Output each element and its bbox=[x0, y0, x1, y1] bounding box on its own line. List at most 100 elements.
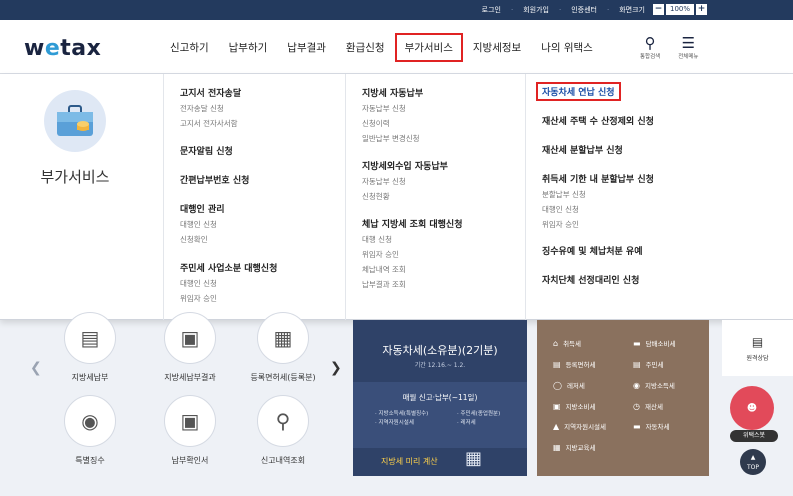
zoom-label: 화면크기 bbox=[619, 6, 645, 14]
submenu-item[interactable]: 대행인 신청 bbox=[180, 278, 277, 289]
cigarette-icon: ▬ bbox=[633, 338, 641, 348]
tax-item[interactable]: ▤ 주민세 bbox=[633, 359, 664, 370]
nav-report[interactable]: 신고하기 bbox=[160, 38, 219, 62]
service-local-tax-pay[interactable]: ▤ 지방세납부 bbox=[45, 312, 135, 383]
banner-monthly-title: 매월 신고·납부(~11일) bbox=[402, 393, 478, 402]
mascot-bot-icon[interactable]: ☻ bbox=[730, 386, 774, 430]
carousel-next-icon[interactable]: ❯ bbox=[330, 360, 342, 376]
house-icon: ⌂ bbox=[553, 338, 559, 348]
carousel-prev-icon[interactable]: ❮ bbox=[30, 360, 42, 376]
magnifier-icon: ⚲ bbox=[257, 395, 309, 447]
submenu-item[interactable]: 자동납부 신청 bbox=[362, 103, 423, 114]
hamburger-icon: ☰ bbox=[681, 34, 696, 52]
bike-icon: ◯ bbox=[553, 380, 562, 390]
submenu-item[interactable]: 분할납부 신청 bbox=[542, 189, 654, 200]
banner-list-1: · 지방소득세(특별징수) · 지역자원시설세 bbox=[375, 410, 428, 428]
menu-item-sms-alert[interactable]: 문자알림 신청 bbox=[180, 144, 233, 157]
submenu-item[interactable]: 대행인 신청 bbox=[180, 219, 225, 230]
menu-item-agent-management[interactable]: 대행인 관리 bbox=[180, 202, 225, 215]
tax-item[interactable]: ▤ 등록면허세 bbox=[553, 359, 596, 370]
submenu-item[interactable]: 납부결과 조회 bbox=[362, 279, 462, 290]
certificate-icon: ▣ bbox=[164, 395, 216, 447]
tax-label: 취득세 bbox=[563, 340, 582, 348]
service-pay-result[interactable]: ▣ 지방세납부결과 bbox=[145, 312, 235, 383]
tax-item[interactable]: ◉ 지방소득세 bbox=[633, 380, 675, 391]
menu-item-simple-pay-number[interactable]: 간편납부번호 신청 bbox=[180, 173, 249, 186]
nav-refund[interactable]: 환급신청 bbox=[336, 38, 395, 62]
menu-group: 문자알림 신청 bbox=[180, 144, 233, 157]
monitor-icon: ▤ bbox=[751, 334, 764, 349]
menu-item-property-installment[interactable]: 재산세 분할납부 신청 bbox=[542, 143, 623, 156]
nav-my-wetax[interactable]: 나의 위택스 bbox=[531, 38, 603, 62]
nav-pay[interactable]: 납부하기 bbox=[219, 38, 278, 62]
submenu-item[interactable]: 대행 신청 bbox=[362, 234, 462, 245]
menu-item-local-tax-autopay[interactable]: 지방세 자동납부 bbox=[362, 86, 423, 99]
service-special-withholding[interactable]: ◉ 특별징수 bbox=[45, 395, 135, 466]
tax-label: 담배소비세 bbox=[645, 340, 676, 348]
tax-item[interactable]: ▬ 자동차세 bbox=[633, 421, 670, 432]
menu-button[interactable]: ☰ 전체메뉴 bbox=[678, 34, 698, 60]
dropdown-header: 부가서비스 bbox=[0, 74, 150, 320]
menu-item-collection-deferral[interactable]: 징수유예 및 체납처분 유예 bbox=[542, 244, 642, 257]
submenu-item[interactable]: 전자송달 신청 bbox=[180, 103, 241, 114]
nav-extra-services[interactable]: 부가서비스 bbox=[394, 33, 463, 62]
auth-center-link[interactable]: 인증센터 bbox=[571, 5, 597, 15]
service-payment-certificate[interactable]: ▣ 납부확인서 bbox=[145, 395, 235, 466]
menu-item-e-delivery[interactable]: 고지서 전자송달 bbox=[180, 86, 241, 99]
menu-item-car-tax-annual[interactable]: 자동차세 연납 신청 bbox=[536, 82, 621, 101]
service-label: 납부확인서 bbox=[171, 456, 209, 465]
search-button[interactable]: ⚲ 통합검색 bbox=[640, 34, 660, 60]
signup-link[interactable]: 회원가입 bbox=[523, 5, 549, 15]
tax-label: 등록면허세 bbox=[565, 361, 596, 369]
submenu-item[interactable]: 고지서 전자사서함 bbox=[180, 118, 241, 129]
menu-item-designated-agent[interactable]: 자치단체 선정대리인 신청 bbox=[542, 273, 639, 286]
submenu-item[interactable]: 자동납부 신청 bbox=[362, 176, 448, 187]
nav-local-tax-info[interactable]: 지방세정보 bbox=[463, 38, 531, 62]
submenu-item[interactable]: 체납내역 조회 bbox=[362, 264, 462, 275]
separator: · bbox=[559, 6, 562, 14]
service-registration-tax[interactable]: ▦ 등록면허세(등록분) bbox=[238, 312, 328, 383]
submenu-item[interactable]: 대행인 신청 bbox=[542, 204, 654, 215]
zoom-out-button[interactable]: − bbox=[652, 4, 664, 15]
wetax-logo[interactable]: wetax bbox=[24, 36, 101, 61]
zoom-in-button[interactable]: + bbox=[696, 4, 707, 15]
dropdown-column-3: 자동차세 연납 신청 재산세 주택 수 산정제외 신청 재산세 분할납부 신청 … bbox=[525, 74, 725, 320]
submenu-item[interactable]: 일반납부 변경신청 bbox=[362, 133, 423, 144]
submenu-item[interactable]: 신청이력 bbox=[362, 118, 423, 129]
banner-calc-link[interactable]: 지방세 미리 계산 bbox=[381, 456, 438, 467]
submenu-item[interactable]: 위임자 승인 bbox=[362, 249, 462, 260]
tax-schedule-banner[interactable]: 자동차세(소유분)(2기분) 기간 12.16.~ 1.2. 매월 신고·납부(… bbox=[353, 320, 527, 476]
menu-item-delinquent-inquiry[interactable]: 체납 지방세 조회 대행신청 bbox=[362, 217, 462, 230]
tax-item[interactable]: ▦ 지방교육세 bbox=[553, 442, 596, 453]
tax-item[interactable]: ⌂ 취득세 bbox=[553, 338, 582, 349]
nav-pay-result[interactable]: 납부결과 bbox=[277, 38, 336, 62]
tax-item[interactable]: ▣ 지방소비세 bbox=[553, 401, 595, 412]
zoom-control: − 100% + bbox=[652, 4, 707, 15]
menu-group: 체납 지방세 조회 대행신청 대행 신청 위임자 승인 체납내역 조회 납부결과… bbox=[362, 217, 462, 290]
menu-item-acquisition-installment[interactable]: 취득세 기한 내 분할납부 신청 bbox=[542, 172, 654, 185]
logo-part: w bbox=[24, 36, 45, 61]
banner-period: 기간 12.16.~ 1.2. bbox=[414, 362, 466, 369]
tax-label: 지방교육세 bbox=[565, 444, 596, 452]
menu-item-property-house-exclusion[interactable]: 재산세 주택 수 산정제외 신청 bbox=[542, 114, 654, 127]
menu-item-resident-tax-agent[interactable]: 주민세 사업소분 대행신청 bbox=[180, 261, 277, 274]
menu-group: 대행인 관리 대행인 신청 신청확인 bbox=[180, 202, 225, 245]
submenu-item[interactable]: 위임자 승인 bbox=[542, 219, 654, 230]
login-link[interactable]: 로그인 bbox=[482, 5, 501, 15]
tax-label: 주민세 bbox=[645, 361, 664, 369]
tax-item[interactable]: ◯ 레저세 bbox=[553, 380, 585, 391]
tax-item[interactable]: ▲ 지역자원시설세 bbox=[553, 421, 606, 432]
dropdown-column-2: 지방세 자동납부 자동납부 신청 신청이력 일반납부 변경신청 지방세외수입 자… bbox=[345, 74, 525, 320]
tax-item[interactable]: ▬ 담배소비세 bbox=[633, 338, 676, 349]
submenu-item[interactable]: 신청현황 bbox=[362, 191, 448, 202]
menu-item-nontax-autopay[interactable]: 지방세외수입 자동납부 bbox=[362, 159, 448, 172]
service-report-history[interactable]: ⚲ 신고내역조회 bbox=[238, 395, 328, 466]
tax-item[interactable]: ◷ 재산세 bbox=[633, 401, 663, 412]
remote-consult-button[interactable]: ▤ 원격상담 bbox=[722, 320, 793, 376]
tax-label: 자동차세 bbox=[645, 423, 670, 431]
scroll-top-button[interactable]: ▲ TOP bbox=[740, 449, 766, 475]
banner-list-item: · 지역자원시설세 bbox=[375, 420, 414, 426]
submenu-item[interactable]: 신청확인 bbox=[180, 234, 225, 245]
mascot-bot-label[interactable]: 위택스봇 bbox=[730, 430, 778, 442]
submenu-item[interactable]: 위임자 승인 bbox=[180, 293, 277, 304]
